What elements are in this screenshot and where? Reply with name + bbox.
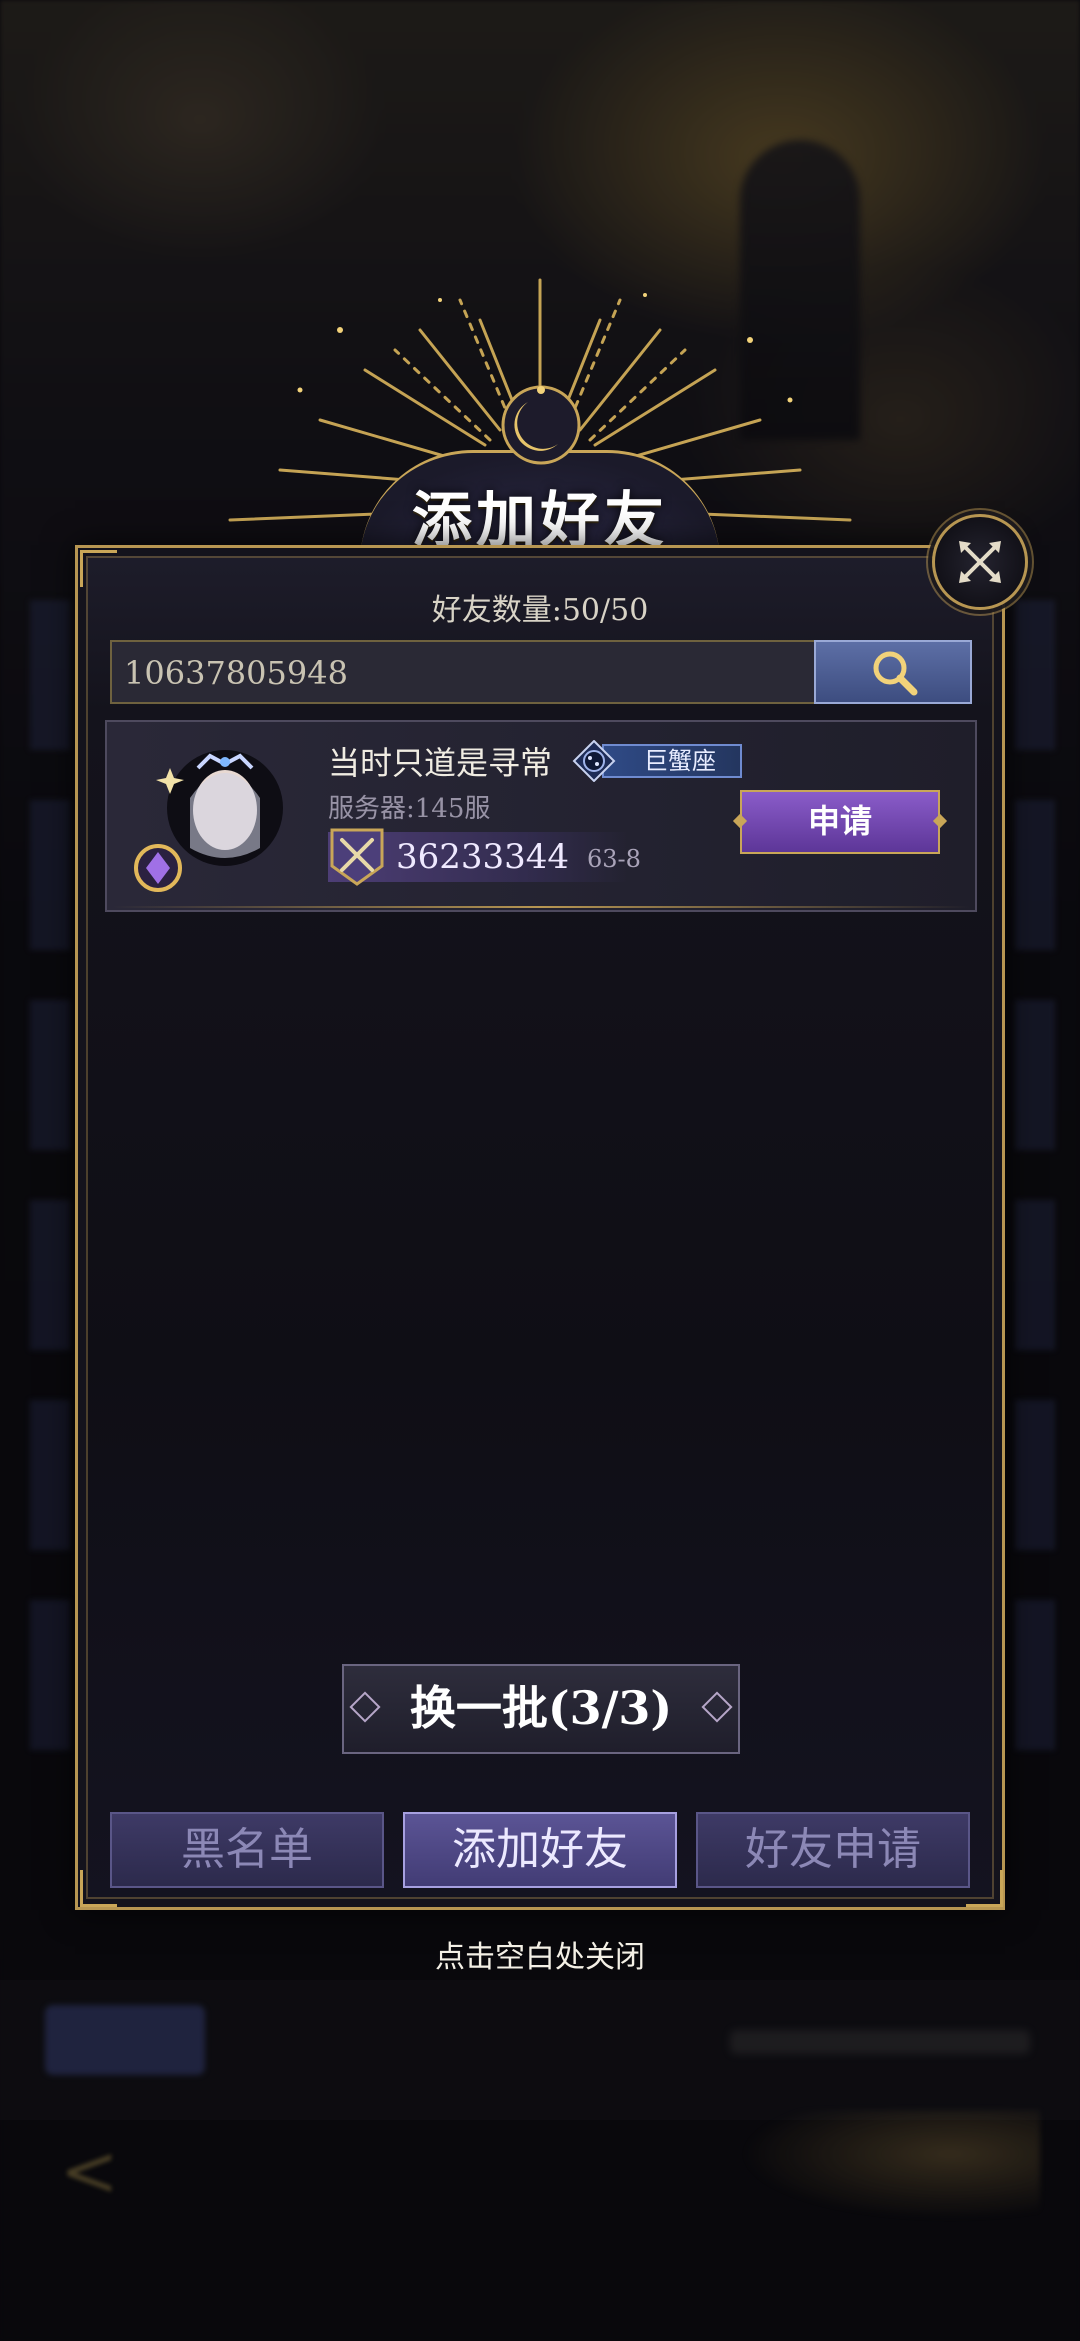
tab-blacklist[interactable]: 黑名单 — [110, 1812, 384, 1888]
search-button[interactable] — [814, 640, 972, 704]
player-level: 63-8 — [587, 845, 641, 873]
tab-add-friend[interactable]: 添加好友 — [403, 1812, 677, 1888]
friend-tabs: 黑名单 添加好友 好友申请 — [110, 1812, 972, 1888]
panel-corner-ornament — [80, 550, 117, 587]
zodiac-tag: 巨蟹座 — [570, 740, 742, 782]
tap-to-close-hint: 点击空白处关闭 — [435, 1940, 645, 1975]
combat-power-value: 36233344 — [396, 837, 570, 877]
crossed-swords-icon — [330, 828, 384, 886]
magnifier-icon — [873, 651, 918, 696]
close-x-icon — [959, 541, 1001, 583]
refresh-batch-button[interactable]: 换一批(3/3) — [342, 1664, 740, 1754]
zodiac-label: 巨蟹座 — [602, 744, 742, 778]
player-avatar[interactable] — [130, 728, 290, 908]
friend-count-label: 好友数量:50/50 — [431, 593, 649, 628]
cancer-zodiac-icon — [572, 740, 616, 782]
crescent-moon-icon — [501, 385, 581, 465]
apply-friend-button[interactable]: 申请 — [740, 790, 940, 854]
player-name: 当时只道是寻常 — [328, 744, 553, 782]
tab-friend-requests[interactable]: 好友申请 — [696, 1812, 970, 1888]
server-label: 服务器:145服 — [328, 794, 491, 824]
search-input[interactable] — [114, 644, 826, 702]
